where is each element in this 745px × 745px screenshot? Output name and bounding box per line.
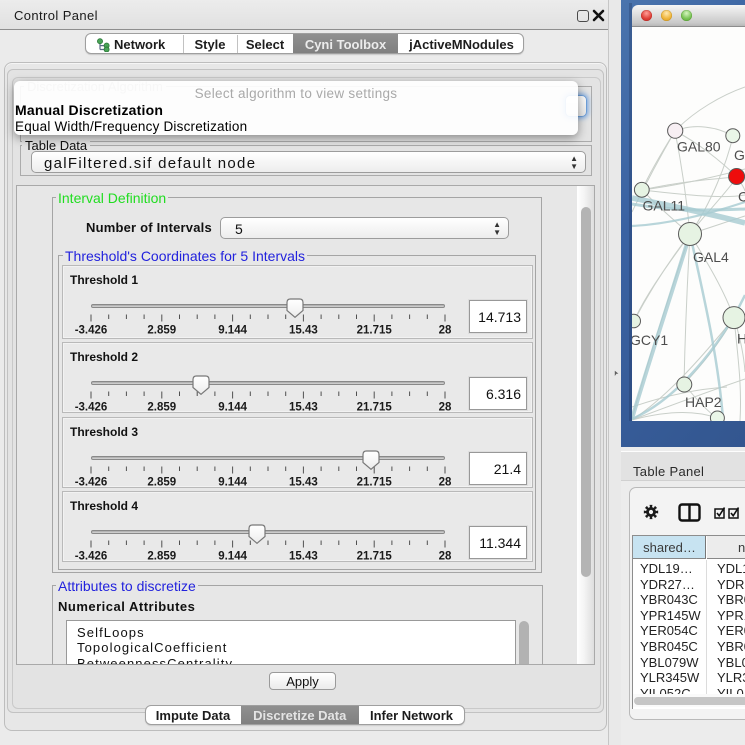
svg-text:GAL4: GAL4 xyxy=(693,249,729,265)
svg-text:28: 28 xyxy=(439,551,452,563)
svg-text:2.859: 2.859 xyxy=(147,551,176,563)
svg-text:HAP2: HAP2 xyxy=(685,394,722,410)
svg-text:2.859: 2.859 xyxy=(147,325,176,337)
svg-text:28: 28 xyxy=(439,477,452,489)
svg-text:GAL80: GAL80 xyxy=(677,139,721,155)
svg-text:C: C xyxy=(738,189,745,205)
svg-text:28: 28 xyxy=(439,325,452,337)
svg-text:9.144: 9.144 xyxy=(218,325,247,337)
svg-text:9.144: 9.144 xyxy=(218,477,247,489)
svg-text:GAL11: GAL11 xyxy=(643,198,686,214)
svg-text:2.859: 2.859 xyxy=(147,477,176,489)
svg-text:21.715: 21.715 xyxy=(357,477,393,489)
svg-text:15.43: 15.43 xyxy=(289,551,318,563)
svg-text:21.715: 21.715 xyxy=(357,325,393,337)
svg-text:21.715: 21.715 xyxy=(357,402,393,414)
svg-text:H: H xyxy=(737,331,745,347)
svg-text:-3.426: -3.426 xyxy=(75,325,108,337)
svg-text:-3.426: -3.426 xyxy=(75,402,108,414)
svg-text:15.43: 15.43 xyxy=(289,402,318,414)
svg-text:GA: GA xyxy=(734,147,745,163)
svg-text:15.43: 15.43 xyxy=(289,477,318,489)
svg-text:-3.426: -3.426 xyxy=(75,477,108,489)
svg-text:9.144: 9.144 xyxy=(218,551,247,563)
svg-text:15.43: 15.43 xyxy=(289,325,318,337)
svg-text:28: 28 xyxy=(439,402,452,414)
svg-text:2.859: 2.859 xyxy=(147,402,176,414)
svg-text:-3.426: -3.426 xyxy=(75,551,108,563)
svg-text:9.144: 9.144 xyxy=(218,402,247,414)
svg-text:GCY1: GCY1 xyxy=(632,332,668,348)
svg-text:21.715: 21.715 xyxy=(357,551,393,563)
